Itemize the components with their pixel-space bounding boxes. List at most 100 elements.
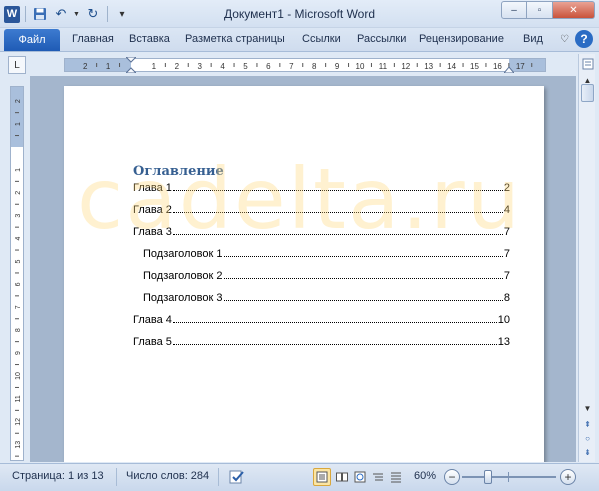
zoom-out-button[interactable]: − bbox=[444, 469, 460, 485]
toc-entry-page: 7 bbox=[503, 248, 510, 260]
ruler-label: 4 bbox=[15, 237, 22, 241]
ruler-label: 7 bbox=[15, 305, 22, 309]
toc-dot-leader bbox=[172, 190, 503, 191]
toc-entry[interactable]: Подзаголовок 2 7 bbox=[143, 270, 510, 284]
zoom-slider-track[interactable] bbox=[462, 476, 556, 478]
toc-entry[interactable]: Глава 3 7 bbox=[133, 226, 510, 240]
zoom-in-button[interactable]: + bbox=[560, 469, 576, 485]
maximize-button[interactable]: ▫ bbox=[527, 1, 553, 19]
ruler-label: 7 bbox=[289, 62, 294, 71]
document-area[interactable]: Оглавление Глава 1 2 Глава 2 4 Глава 3 7 Подза… bbox=[30, 76, 576, 462]
page-count[interactable]: Страница: 1 из 13 bbox=[12, 470, 104, 482]
toc-dot-leader bbox=[172, 234, 503, 235]
ruler-label: 10 bbox=[15, 372, 22, 380]
ribbon-right-icons: ♡ ? bbox=[560, 30, 593, 48]
ruler-label: 1 bbox=[15, 168, 22, 172]
vertical-scrollbar[interactable]: ▲ ▼ ⇞ ○ ⇟ bbox=[578, 54, 595, 462]
toc-entry-title: Подзаголовок 1 bbox=[143, 248, 223, 260]
toc-entry[interactable]: Подзаголовок 1 7 bbox=[143, 248, 510, 262]
toc-entry[interactable]: Глава 1 2 bbox=[133, 182, 510, 196]
tab-page-layout[interactable]: Разметка страницы bbox=[185, 33, 285, 45]
toc-dot-leader bbox=[223, 278, 503, 279]
right-indent-marker-icon[interactable] bbox=[504, 63, 514, 73]
ruler-label: 3 bbox=[15, 214, 22, 218]
ruler-label: 4 bbox=[220, 62, 225, 71]
ruler-label: 12 bbox=[401, 62, 410, 71]
draft-view-icon[interactable] bbox=[387, 468, 405, 486]
zoom-slider-center-mark bbox=[508, 472, 509, 482]
ruler-label: 1 bbox=[15, 122, 22, 126]
minimize-button[interactable]: – bbox=[501, 1, 527, 19]
ruler-label: 10 bbox=[356, 62, 365, 71]
vertical-ruler-marks: 2112345678910111213 bbox=[15, 99, 22, 457]
toc-entry-page: 4 bbox=[503, 204, 510, 216]
horizontal-ruler[interactable]: 2 1 1 2 3 4 5 6 7 8 9 10 11 12 13 14 15 16 17 bbox=[64, 57, 546, 73]
toc-entry-title: Глава 4 bbox=[133, 314, 172, 326]
status-separator bbox=[218, 468, 219, 486]
toc-entry[interactable]: Глава 2 4 bbox=[133, 204, 510, 218]
select-browse-object-icon[interactable]: ○ bbox=[580, 432, 595, 444]
ribbon-minimize-icon[interactable]: ♡ bbox=[560, 34, 569, 45]
ruler-label: 11 bbox=[379, 62, 388, 71]
zoom-level[interactable]: 60% bbox=[414, 470, 436, 482]
tab-view[interactable]: Вид bbox=[523, 33, 543, 45]
toc-dot-leader bbox=[172, 344, 497, 345]
document-page[interactable]: Оглавление Глава 1 2 Глава 2 4 Глава 3 7 Подза… bbox=[64, 86, 544, 462]
toc-dot-leader bbox=[223, 300, 503, 301]
ruler-label: 17 bbox=[516, 62, 525, 71]
ruler-label: 1 bbox=[152, 62, 157, 71]
toc-entry[interactable]: Глава 4 10 bbox=[133, 314, 510, 328]
toc-dot-leader bbox=[172, 212, 503, 213]
toc-entry[interactable]: Подзаголовок 3 8 bbox=[143, 292, 510, 306]
ruler-label: 9 bbox=[15, 351, 22, 355]
ruler-label: 6 bbox=[15, 282, 22, 286]
tab-home[interactable]: Главная bbox=[72, 33, 114, 45]
ruler-label: 15 bbox=[470, 62, 479, 71]
zoom-slider-thumb[interactable] bbox=[484, 470, 493, 484]
toc-entry-page: 10 bbox=[497, 314, 510, 326]
help-icon[interactable]: ? bbox=[575, 30, 593, 48]
status-separator bbox=[116, 468, 117, 486]
indent-marker-icon[interactable] bbox=[126, 57, 136, 73]
web-layout-view-icon[interactable] bbox=[351, 468, 369, 486]
toc-dot-leader bbox=[172, 322, 497, 323]
scroll-thumb[interactable] bbox=[581, 84, 594, 102]
toc-entry[interactable]: Глава 5 13 bbox=[133, 336, 510, 350]
toc-entry-page: 2 bbox=[503, 182, 510, 194]
window-controls: – ▫ ✕ bbox=[501, 1, 595, 19]
status-bar: Страница: 1 из 13 Число слов: 284 60% − … bbox=[0, 463, 599, 491]
tab-file[interactable]: Файл bbox=[4, 29, 60, 51]
ruler-label: 8 bbox=[312, 62, 317, 71]
toc-entry-page: 13 bbox=[497, 336, 510, 348]
scroll-down-icon[interactable]: ▼ bbox=[580, 400, 595, 416]
word-count[interactable]: Число слов: 284 bbox=[126, 470, 209, 482]
toc-entry-page: 7 bbox=[503, 270, 510, 282]
ruler-label: 9 bbox=[335, 62, 340, 71]
ruler-label: 13 bbox=[15, 441, 22, 449]
next-page-icon[interactable]: ⇟ bbox=[580, 446, 595, 458]
ruler-label: 8 bbox=[15, 328, 22, 332]
spell-check-icon[interactable] bbox=[228, 469, 246, 485]
toc-entry-title: Подзаголовок 2 bbox=[143, 270, 223, 282]
ruler-label: 2 bbox=[83, 62, 88, 71]
full-screen-reading-view-icon[interactable] bbox=[333, 468, 351, 486]
ruler-label: 2 bbox=[15, 191, 22, 195]
ruler-toggle-icon[interactable] bbox=[580, 56, 595, 72]
title-bar: W ↶ ▼ ↻ ▾ Документ1 - Microsoft Word – ▫… bbox=[0, 0, 599, 28]
tab-selector-icon[interactable]: L bbox=[8, 56, 26, 74]
tab-mailings[interactable]: Рассылки bbox=[357, 33, 406, 45]
ruler-label: 5 bbox=[243, 62, 248, 71]
ruler-label: 16 bbox=[493, 62, 502, 71]
close-button[interactable]: ✕ bbox=[553, 1, 595, 19]
outline-view-icon[interactable] bbox=[369, 468, 387, 486]
toc-entry-title: Глава 5 bbox=[133, 336, 172, 348]
ruler-label: 1 bbox=[106, 62, 111, 71]
tab-references[interactable]: Ссылки bbox=[302, 33, 341, 45]
vertical-ruler[interactable]: 2 1 1 2 3 4 5 6 7 8 9 10 11 12 13 bbox=[10, 86, 24, 461]
tab-review[interactable]: Рецензирование bbox=[419, 33, 504, 45]
ruler-label: 3 bbox=[197, 62, 202, 71]
previous-page-icon[interactable]: ⇞ bbox=[580, 418, 595, 430]
tab-insert[interactable]: Вставка bbox=[129, 33, 170, 45]
ruler-label: 13 bbox=[424, 62, 433, 71]
print-layout-view-icon[interactable] bbox=[313, 468, 331, 486]
